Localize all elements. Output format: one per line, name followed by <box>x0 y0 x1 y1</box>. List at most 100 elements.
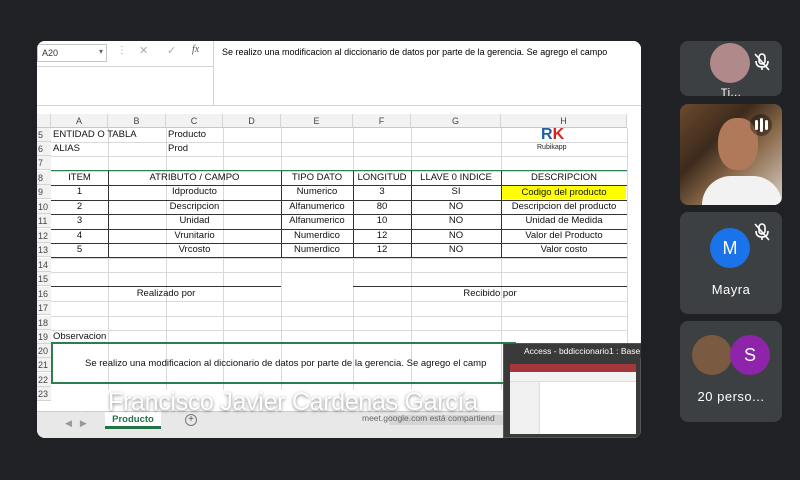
row-header[interactable]: 6 <box>37 142 51 156</box>
recibido-por-label[interactable]: Recibido por <box>353 287 627 301</box>
table-cell[interactable]: Vrcosto <box>108 243 281 257</box>
table-cell[interactable]: NO <box>411 214 501 228</box>
table-cell[interactable]: 4 <box>51 229 108 243</box>
access-window-preview[interactable]: A Access - bddiccionario1 : Base <box>503 343 641 438</box>
table-cell[interactable]: 10 <box>353 214 411 228</box>
row-header[interactable]: 13 <box>37 243 51 257</box>
table-cell[interactable]: Numerdico <box>281 229 353 243</box>
header-tipo-dato[interactable]: TIPO DATO <box>281 171 353 185</box>
table-cell[interactable]: 1 <box>51 185 108 199</box>
table-cell[interactable]: Descripcion del producto <box>501 200 627 214</box>
row-header[interactable]: 23 <box>37 387 51 401</box>
column-header-a[interactable]: A <box>51 114 108 128</box>
shared-screen: A20 ▾ ⋮ ✕ ✓ fx Se realizo una modificaci… <box>37 41 641 438</box>
row-header[interactable]: 11 <box>37 214 51 228</box>
gridline <box>51 301 627 302</box>
table-cell[interactable]: 2 <box>51 200 108 214</box>
row-header[interactable]: 22 <box>37 373 51 387</box>
table-cell[interactable]: NO <box>411 229 501 243</box>
table-cell[interactable]: Unidad <box>108 214 281 228</box>
formula-input[interactable]: Se realizo una modificacion al diccionar… <box>213 41 641 105</box>
table-cell[interactable]: 3 <box>51 214 108 228</box>
avatar <box>710 43 750 83</box>
table-cell[interactable]: 12 <box>353 229 411 243</box>
observacion-text[interactable]: Se realizo una modificacion al diccionar… <box>85 358 486 369</box>
table-cell[interactable]: 5 <box>51 243 108 257</box>
name-box[interactable]: A20 ▾ <box>37 44 107 62</box>
row-header[interactable]: 21 <box>37 358 51 372</box>
column-header-d[interactable]: D <box>223 114 281 128</box>
row-header[interactable]: 7 <box>37 156 51 170</box>
thumbnail-titlebar <box>510 364 636 372</box>
header-longitud[interactable]: LONGITUD <box>353 171 411 185</box>
row-header[interactable]: 5 <box>37 128 51 142</box>
header-atributo[interactable]: ATRIBUTO / CAMPO <box>108 171 281 185</box>
access-window-thumbnail <box>510 364 636 434</box>
column-header-g[interactable]: G <box>411 114 501 128</box>
row-header[interactable]: 16 <box>37 287 51 301</box>
column-header-c[interactable]: C <box>166 114 223 128</box>
row-header[interactable]: 14 <box>37 258 51 272</box>
gridline <box>51 272 627 273</box>
entidad-value[interactable]: Producto <box>168 128 206 142</box>
table-cell[interactable]: Valor del Producto <box>501 229 627 243</box>
check-icon[interactable]: ✓ <box>167 44 176 57</box>
row-header[interactable]: 10 <box>37 200 51 214</box>
column-header-f[interactable]: F <box>353 114 411 128</box>
table-cell[interactable]: NO <box>411 200 501 214</box>
row-header[interactable]: 15 <box>37 272 51 286</box>
column-header-e[interactable]: E <box>281 114 353 128</box>
gridline <box>51 330 627 331</box>
table-cell[interactable]: Vrunitario <box>108 229 281 243</box>
table-cell[interactable]: Alfanumerico <box>281 214 353 228</box>
participant-name: Mayra <box>711 282 751 297</box>
table-cell[interactable]: Valor costo <box>501 243 627 257</box>
gridline <box>51 258 627 259</box>
mic-off-icon <box>754 223 770 241</box>
name-box-value: A20 <box>42 48 59 58</box>
table-cell-highlighted[interactable]: Codigo del producto <box>502 186 626 199</box>
header-llave[interactable]: LLAVE 0 INDICE <box>411 171 501 185</box>
table-cell[interactable]: Alfanumerico <box>281 200 353 214</box>
table-cell[interactable]: 80 <box>353 200 411 214</box>
participant-tile[interactable]: Ti... <box>680 41 782 96</box>
select-all-corner[interactable] <box>37 114 51 128</box>
thumbnail-ribbon <box>510 372 636 382</box>
row-header[interactable]: 9 <box>37 185 51 199</box>
row-header[interactable]: 17 <box>37 301 51 315</box>
row-header[interactable]: 20 <box>37 344 51 358</box>
table-cell[interactable]: NO <box>411 243 501 257</box>
more-options-icon: ⋮ <box>117 45 127 56</box>
gridline <box>51 156 627 157</box>
participants-overflow-tile[interactable]: S 20 perso... <box>680 321 782 422</box>
fx-icon[interactable]: fx <box>192 44 199 55</box>
realizado-por-label[interactable]: Realizado por <box>51 287 281 301</box>
participant-tile[interactable]: M Mayra <box>680 212 782 314</box>
table-cell[interactable]: Numerdico <box>281 243 353 257</box>
cancel-icon[interactable]: ✕ <box>139 44 148 57</box>
avatar: M <box>710 228 750 268</box>
participant-name: Ti... <box>720 87 742 96</box>
table-cell[interactable]: SI <box>411 185 501 199</box>
logo-mark: RK <box>541 126 565 143</box>
sheet-nav-arrows-icon[interactable]: ◀▶ <box>65 418 95 429</box>
header-item[interactable]: ITEM <box>51 171 108 185</box>
table-cell[interactable]: Unidad de Medida <box>501 214 627 228</box>
entidad-label[interactable]: ENTIDAD O TABLA <box>53 128 137 142</box>
table-cell[interactable]: Numerico <box>281 185 353 199</box>
table-cell[interactable]: Descripcion <box>108 200 281 214</box>
column-header-b[interactable]: B <box>108 114 166 128</box>
table-cell[interactable]: 12 <box>353 243 411 257</box>
header-descripcion[interactable]: DESCRIPCION <box>501 171 627 185</box>
table-cell[interactable]: 3 <box>353 185 411 199</box>
alias-label[interactable]: ALIAS <box>53 142 80 156</box>
alias-value[interactable]: Prod <box>168 142 188 156</box>
logo-text: Rubikapp <box>537 144 567 151</box>
row-header[interactable]: 19 <box>37 330 51 344</box>
participant-tile-video[interactable] <box>680 104 782 205</box>
row-header[interactable]: 12 <box>37 229 51 243</box>
table-cell[interactable]: Idproducto <box>108 185 281 199</box>
row-header[interactable]: 18 <box>37 316 51 330</box>
chevron-down-icon[interactable]: ▾ <box>99 47 103 56</box>
row-header[interactable]: 8 <box>37 171 51 185</box>
